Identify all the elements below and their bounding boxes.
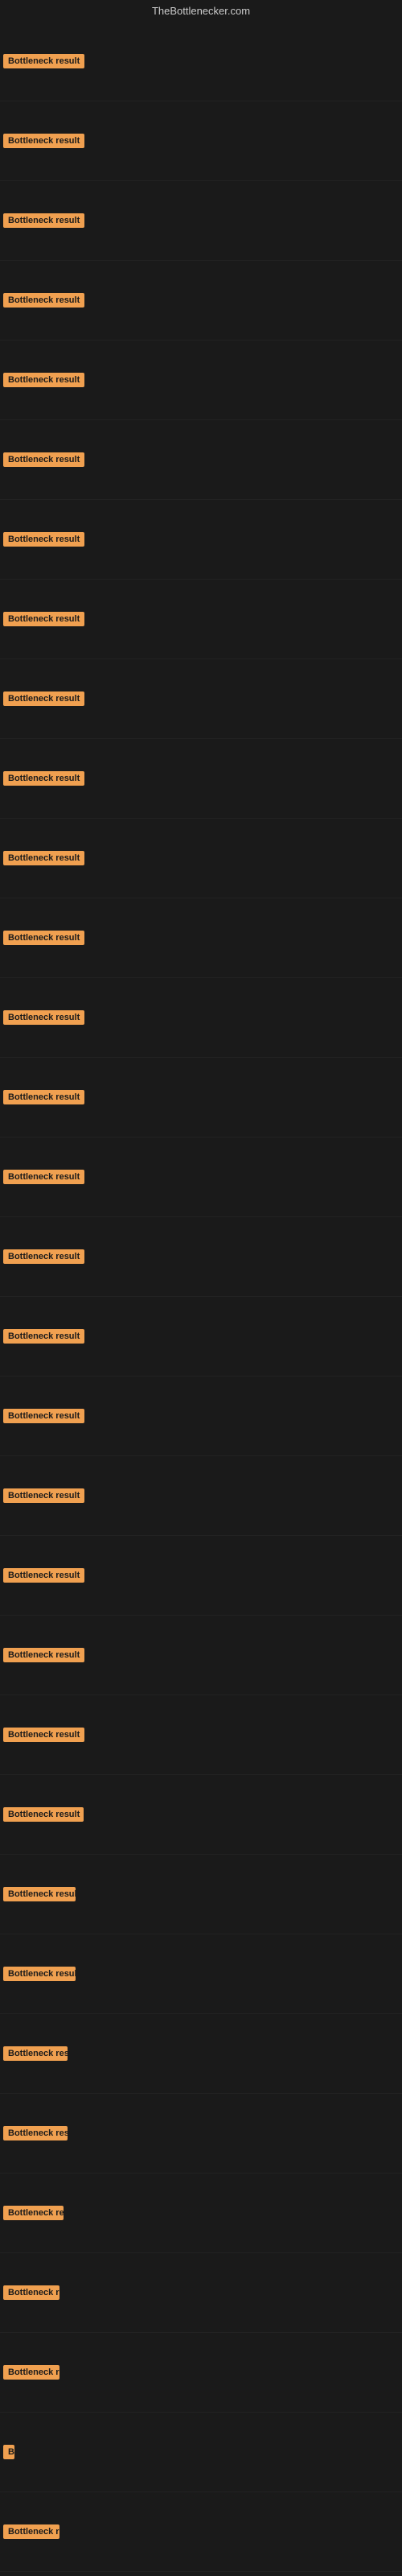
table-row: Bottleneck result — [0, 1456, 402, 1536]
bottleneck-badge: Bottleneck result — [3, 1568, 84, 1583]
bottleneck-badge: Bottleneck result — [3, 931, 84, 945]
table-row: Bottleneck result — [0, 819, 402, 898]
bottleneck-badge: Bottleneck result — [3, 851, 84, 865]
bottleneck-badge: Bottleneck result — [3, 2365, 59, 2380]
table-row: Bottleneck result — [0, 2174, 402, 2253]
table-row: Bottleneck result — [0, 420, 402, 500]
table-row: Bottleneck result — [0, 1137, 402, 1217]
table-row: Bottleneck result — [0, 1616, 402, 1695]
table-row: Bottleneck result — [0, 2253, 402, 2333]
table-row: Bottleneck result — [0, 181, 402, 261]
table-row: B — [0, 2413, 402, 2492]
table-row: Bottleneck result — [0, 1855, 402, 1934]
bottleneck-badge: Bottleneck result — [3, 1488, 84, 1503]
bottleneck-badge: Bottleneck result — [3, 2126, 68, 2140]
bottleneck-badge: Bottleneck result — [3, 2524, 59, 2539]
table-row: Bottleneck result — [0, 1775, 402, 1855]
table-row: Bottleneck result — [0, 1058, 402, 1137]
page-container: TheBottlenecker.com Bottleneck result Bot… — [0, 0, 402, 2572]
table-row: Bottleneck result — [0, 2094, 402, 2174]
bottleneck-badge: Bottleneck result — [3, 373, 84, 387]
bottleneck-badge: Bottleneck result — [3, 2046, 68, 2061]
table-row: Bottleneck result — [0, 2333, 402, 2413]
bottleneck-badge: Bottleneck result — [3, 1090, 84, 1104]
table-row: Bottleneck result — [0, 1217, 402, 1297]
bottleneck-badge: Bottleneck result — [3, 1887, 76, 1901]
table-row: Bottleneck result — [0, 1377, 402, 1456]
table-row: Bottleneck result — [0, 1297, 402, 1377]
bottleneck-badge: Bottleneck result — [3, 1648, 84, 1662]
bottleneck-badge: Bottleneck result — [3, 771, 84, 786]
bottleneck-badge: Bottleneck result — [3, 1807, 84, 1822]
bottleneck-badge: Bottleneck result — [3, 293, 84, 308]
bottleneck-badge: Bottleneck result — [3, 213, 84, 228]
bottleneck-badge: Bottleneck result — [3, 1967, 76, 1981]
table-row: Bottleneck result — [0, 659, 402, 739]
table-row: Bottleneck result — [0, 2014, 402, 2094]
bottleneck-badge: Bottleneck result — [3, 2206, 64, 2220]
bottleneck-badge: Bottleneck result — [3, 1170, 84, 1184]
table-row: Bottleneck result — [0, 101, 402, 181]
bottleneck-badge: Bottleneck result — [3, 134, 84, 148]
bottleneck-badge: Bottleneck result — [3, 1329, 84, 1344]
bottleneck-badge: Bottleneck result — [3, 54, 84, 68]
bottleneck-badge: Bottleneck result — [3, 1249, 84, 1264]
bottleneck-badge: Bottleneck result — [3, 1728, 84, 1742]
table-row: Bottleneck result — [0, 1695, 402, 1775]
bottleneck-badge: Bottleneck result — [3, 452, 84, 467]
table-row: Bottleneck result — [0, 978, 402, 1058]
table-row: Bottleneck result — [0, 341, 402, 420]
table-row: Bottleneck result — [0, 898, 402, 978]
table-row: Bottleneck result — [0, 261, 402, 341]
table-row: Bottleneck result — [0, 22, 402, 101]
bottleneck-badge: Bottleneck result — [3, 691, 84, 706]
table-row: Bottleneck result — [0, 500, 402, 580]
bottleneck-badge: Bottleneck result — [3, 1010, 84, 1025]
table-row: Bottleneck result — [0, 1536, 402, 1616]
bottleneck-badge: Bottleneck result — [3, 2285, 59, 2300]
bottleneck-badge: B — [3, 2445, 14, 2459]
table-row: Bottleneck result — [0, 1934, 402, 2014]
table-row: Bottleneck result — [0, 580, 402, 659]
bottleneck-badge: Bottleneck result — [3, 532, 84, 547]
table-row: Bottleneck result — [0, 2492, 402, 2572]
bottleneck-badge: Bottleneck result — [3, 612, 84, 626]
site-title: TheBottlenecker.com — [0, 0, 402, 22]
table-row: Bottleneck result — [0, 739, 402, 819]
bottleneck-badge: Bottleneck result — [3, 1409, 84, 1423]
